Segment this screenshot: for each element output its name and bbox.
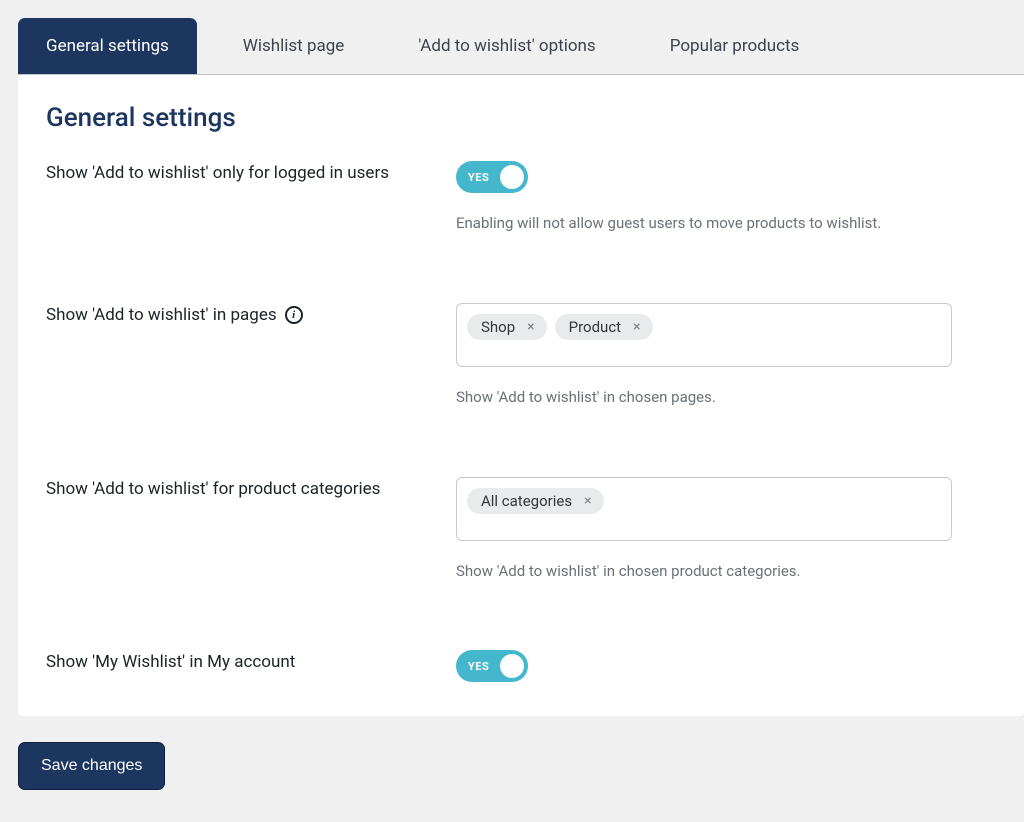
- info-icon[interactable]: i: [285, 306, 303, 324]
- chip-label: Product: [569, 318, 621, 336]
- panel-title: General settings: [46, 103, 996, 133]
- tab-wishlist-page[interactable]: Wishlist page: [215, 18, 373, 74]
- setting-label: Show 'Add to wishlist' in pages i: [46, 303, 456, 325]
- chip-all-categories: All categories ×: [467, 488, 604, 514]
- tab-add-to-wishlist-options[interactable]: 'Add to wishlist' options: [390, 18, 623, 74]
- chip-remove-icon[interactable]: ×: [629, 320, 644, 334]
- setting-row-categories: Show 'Add to wishlist' for product categ…: [46, 477, 996, 583]
- setting-label: Show 'My Wishlist' in My account: [46, 650, 456, 672]
- toggle-logged-only[interactable]: YES: [456, 161, 528, 193]
- setting-row-pages: Show 'Add to wishlist' in pages i Shop ×…: [46, 303, 996, 409]
- toggle-my-account[interactable]: YES: [456, 650, 528, 682]
- footer: Save changes: [18, 716, 1024, 790]
- setting-label-text: Show 'Add to wishlist' only for logged i…: [46, 163, 389, 183]
- setting-label-text: Show 'Add to wishlist' in pages: [46, 305, 277, 325]
- pages-multiselect[interactable]: Shop × Product ×: [456, 303, 952, 367]
- toggle-state-text: YES: [468, 660, 489, 673]
- chip-label: Shop: [481, 318, 515, 336]
- setting-label-text: Show 'Add to wishlist' for product categ…: [46, 479, 380, 499]
- chip-shop: Shop ×: [467, 314, 547, 340]
- setting-row-logged-only: Show 'Add to wishlist' only for logged i…: [46, 161, 996, 235]
- chip-remove-icon[interactable]: ×: [580, 494, 595, 508]
- tab-general-settings[interactable]: General settings: [18, 18, 197, 74]
- tab-popular-products[interactable]: Popular products: [642, 18, 828, 74]
- save-changes-button[interactable]: Save changes: [18, 742, 165, 790]
- setting-label: Show 'Add to wishlist' only for logged i…: [46, 161, 456, 183]
- setting-help-text: Show 'Add to wishlist' in chosen product…: [456, 561, 996, 583]
- settings-panel: General settings Show 'Add to wishlist' …: [18, 75, 1024, 716]
- setting-row-my-account: Show 'My Wishlist' in My account YES: [46, 650, 996, 682]
- toggle-knob-icon: [500, 165, 524, 189]
- categories-multiselect[interactable]: All categories ×: [456, 477, 952, 541]
- tabs-bar: General settings Wishlist page 'Add to w…: [18, 18, 1024, 75]
- chip-product: Product ×: [555, 314, 653, 340]
- toggle-state-text: YES: [468, 171, 489, 184]
- setting-help-text: Show 'Add to wishlist' in chosen pages.: [456, 387, 996, 409]
- setting-help-text: Enabling will not allow guest users to m…: [456, 213, 996, 235]
- chip-label: All categories: [481, 492, 572, 510]
- chip-remove-icon[interactable]: ×: [523, 320, 538, 334]
- setting-label: Show 'Add to wishlist' for product categ…: [46, 477, 456, 499]
- setting-label-text: Show 'My Wishlist' in My account: [46, 652, 295, 672]
- toggle-knob-icon: [500, 654, 524, 678]
